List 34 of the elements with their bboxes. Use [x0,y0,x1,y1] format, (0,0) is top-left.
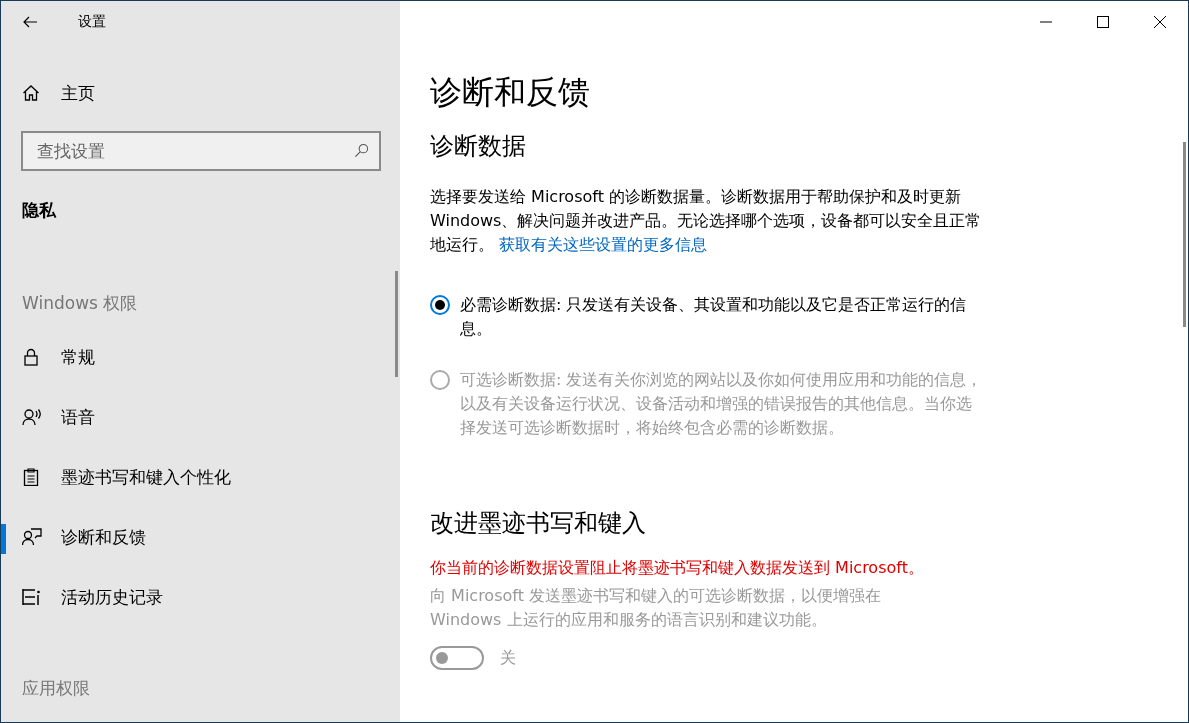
more-info-link[interactable]: 获取有关这些设置的更多信息 [499,235,708,254]
maximize-icon[interactable] [1097,16,1109,28]
lock-icon [22,348,40,366]
page-title: 诊断和反馈 [430,72,591,113]
radio-button[interactable] [430,295,450,315]
scrollbar[interactable] [1183,142,1186,327]
home-nav-item[interactable]: 主页 [1,63,400,123]
speaking-person-icon [22,408,42,426]
section-heading: 诊断数据 [430,131,527,162]
description-text: 选择要发送给 Microsoft 的诊断数据量。诊断数据用于帮助保护和及时更新 Windows、解决问题并改进产品。无论选择哪个选项，设备都可以安全且正常地运行。 获取有关这些设置的更多信息 [430,186,983,256]
home-icon [22,84,40,102]
sidebar-item[interactable]: 墨迹书写和键入个性化 [1,447,400,507]
search-icon [354,143,369,158]
feedback-person-icon [22,528,42,546]
timeline-icon [22,588,42,606]
window-title: 设置 [78,13,106,31]
description-text: 向 Microsoft 发送墨迹书写和键入的可选诊断数据，以便增强在 Windows 上运行的应用和服务的语言识别和建议功能。 [430,585,882,631]
section-heading: 隐私 [22,199,57,222]
group-heading: 应用权限 [22,677,91,700]
radio-label: 可选诊断数据: 发送有关你浏览的网站以及你如何使用应用和功能的信息，以及有关设备运行状况、设备活动和增强的错误报告的其他信息。当你选择发送可选诊断数据时，将始终包含必需的诊断数据。 [460,369,984,439]
radio-label: 必需诊断数据: 只发送有关设备、其设置和功能以及它是否正常运行的信息。 [460,294,968,340]
sidebar-item[interactable]: 活动历史记录 [1,567,400,627]
close-icon[interactable] [1154,16,1166,28]
group-heading: Windows 权限 [22,292,139,315]
sidebar-item[interactable]: 语音 [1,387,400,447]
section-heading: 改进墨迹书写和键入 [430,508,647,539]
sidebar-item[interactable]: 诊断和反馈 [1,507,400,567]
search-field[interactable]: 查找设置 [21,131,381,171]
back-arrow-icon[interactable] [22,14,38,30]
sidebar-item[interactable]: 常规 [1,327,400,387]
clipboard-list-icon [22,468,40,486]
toggle-label: 关 [500,647,516,669]
scrollbar[interactable] [395,271,398,377]
warning-text: 你当前的诊断数据设置阻止将墨迹书写和键入数据发送到 Microsoft。 [430,557,925,579]
